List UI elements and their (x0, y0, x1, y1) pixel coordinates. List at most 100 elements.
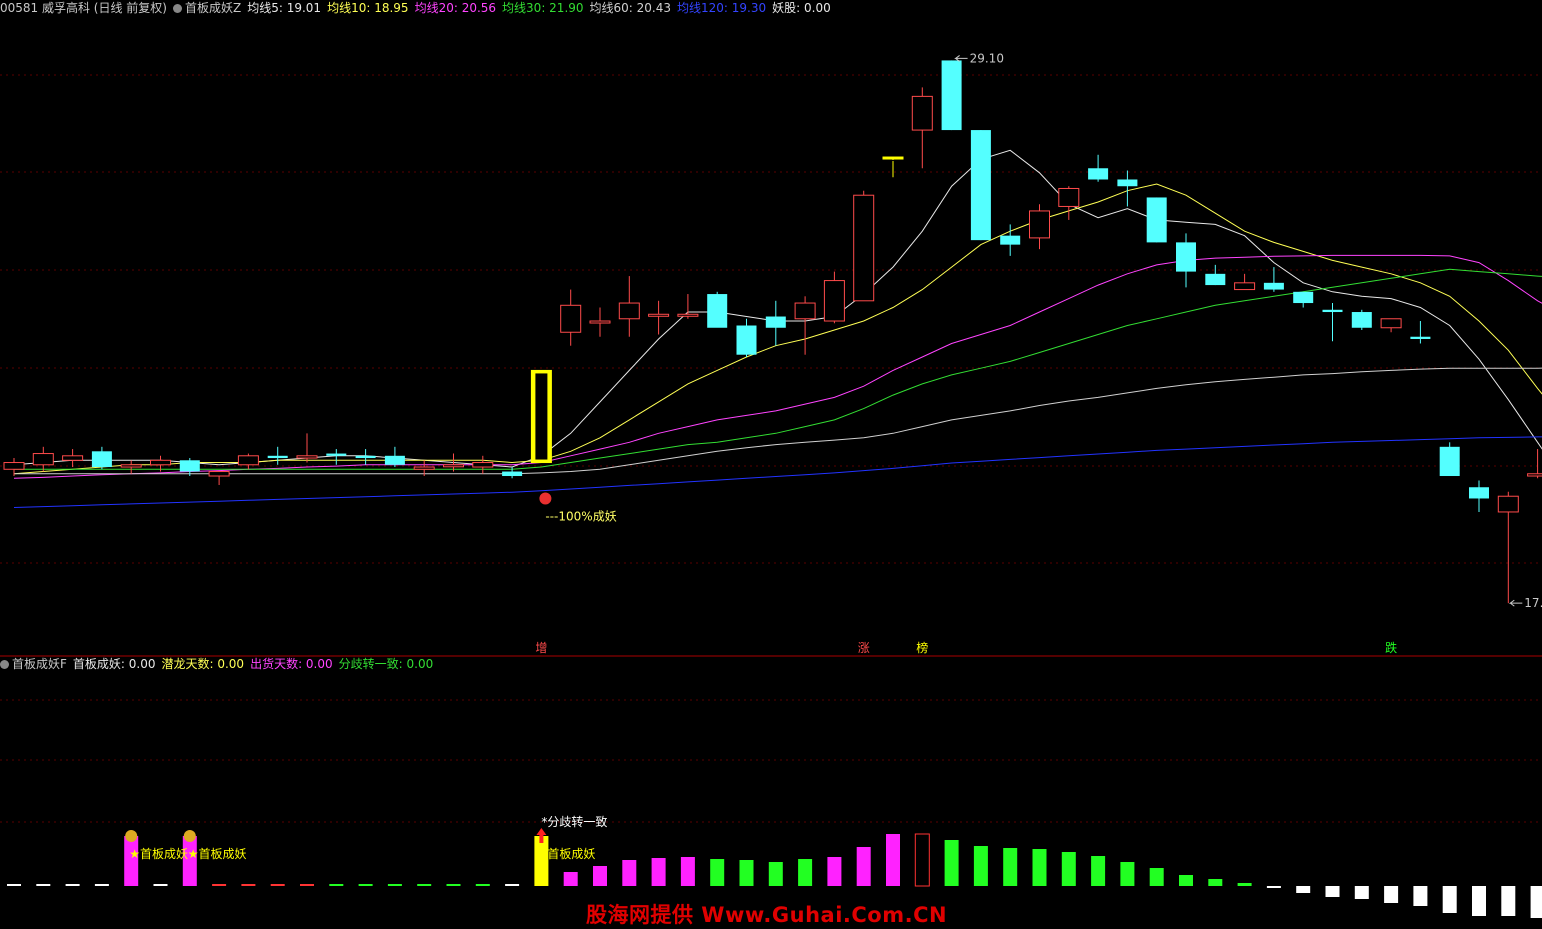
indicator-bar (739, 860, 754, 886)
ma120-value: 均线120: 19.30 (677, 1, 767, 15)
indicator-bar (300, 884, 314, 886)
candle-body (267, 455, 288, 459)
indicator-bar (886, 834, 900, 886)
indicator-bar (1384, 886, 1399, 903)
candle-body (1351, 312, 1372, 328)
candle-body (1439, 446, 1460, 477)
chart-canvas: 29.10 17.02 ---100%成妖增 涨 榜 跌 ★首板成妖★首板成妖 首板成妖 *分… (0, 51, 1542, 918)
indicator-bar (153, 884, 168, 886)
candle-body (1117, 179, 1138, 187)
ma5-value: 均线5: 19.01 (247, 1, 322, 15)
candle-body (1029, 210, 1050, 239)
main-header: 00581 威孚高科 (日线 前复权) 首板成妖Z 均线5: 19.01 均线10: … (0, 0, 837, 16)
settings-icon[interactable] (0, 660, 9, 669)
indicator-bar (1208, 879, 1223, 886)
candle-body (677, 313, 699, 317)
candle-body (502, 471, 523, 477)
signal-icon (539, 492, 552, 505)
indicator-bar (827, 857, 842, 886)
fenqi-value: 分歧转一致: 0.00 (338, 657, 434, 671)
money-bag-icon (183, 830, 196, 842)
qianlong-value: 潜龙天数: 0.00 (161, 657, 245, 671)
day-marker: 跌 (1385, 640, 1397, 655)
ma120-line (13, 436, 1542, 508)
day-marker: 增 (535, 641, 547, 655)
candle-body (970, 130, 991, 241)
candle-body (1205, 273, 1226, 286)
candle-body (326, 453, 347, 456)
indicator-bar (1354, 886, 1369, 899)
candle-body (1000, 235, 1021, 245)
indicator-bar (563, 872, 578, 886)
ma10-line (13, 183, 1542, 475)
indicator-bar (417, 884, 432, 886)
candle-body (1146, 197, 1167, 243)
indicator-bar (1149, 868, 1164, 886)
candle-body (120, 464, 142, 468)
indicator-bar (358, 884, 373, 886)
candle-body (1176, 242, 1196, 272)
indicator-bar (1442, 886, 1457, 913)
candle-body-inner (887, 160, 899, 162)
candle-body (91, 451, 112, 468)
indicator-bar (387, 884, 402, 886)
candle-body (794, 302, 816, 320)
candle-body (648, 313, 670, 317)
sbcy-value: 首板成妖: 0.00 (72, 657, 156, 671)
candle-body (443, 464, 464, 468)
candle-body (560, 304, 582, 333)
hundred-label: ---100%成妖 (545, 509, 616, 523)
indicator-bar (1061, 852, 1076, 886)
candle-body (853, 194, 875, 302)
indicator-bar (1120, 862, 1135, 886)
indicator-name[interactable]: 首板成妖Z (172, 1, 241, 15)
candle-body (413, 466, 435, 470)
indicator-bar (680, 857, 695, 886)
indicator-bar (124, 836, 139, 886)
indicator-bar (7, 884, 21, 886)
indicator-bar (651, 858, 666, 886)
candle-body (296, 455, 318, 459)
day-marker: 涨 (858, 640, 870, 655)
candle-body (355, 455, 376, 459)
candle-body (179, 460, 200, 472)
candle-body (1322, 309, 1343, 313)
ma10-value: 均线10: 18.95 (327, 1, 409, 15)
ma60-value: 均线60: 20.43 (589, 1, 672, 15)
ma30-value: 均线30: 21.90 (502, 1, 584, 15)
watermark: 股海网提供 Www.Guhai.Com.CN (586, 903, 948, 927)
candle-body (911, 95, 933, 131)
indicator-bar (182, 836, 197, 886)
indicator-bar (1501, 886, 1516, 916)
indicator-bar (270, 884, 285, 886)
indicator-bar (1472, 886, 1486, 916)
candle-body (1380, 318, 1402, 329)
candle-body (150, 459, 171, 466)
candle-body (1497, 495, 1519, 513)
settings-icon[interactable] (172, 4, 182, 13)
indicator-bar (1032, 849, 1047, 886)
candle-body (823, 280, 845, 322)
indicator-bar (94, 884, 109, 886)
indicator-bar (65, 884, 80, 886)
indicator-bar (1413, 886, 1428, 906)
indicator-bar (973, 846, 988, 886)
stock-title: 00581 威孚高科 (日线 前复权) (0, 1, 167, 15)
candle-body (1410, 336, 1431, 339)
low-label: 17.02 (1524, 596, 1542, 610)
candle-body (3, 462, 25, 470)
sub-indicator-name[interactable]: 首板成妖F (0, 657, 67, 671)
candle-body (1234, 282, 1256, 291)
candle-body (472, 462, 494, 468)
indicator-bar (593, 866, 607, 886)
indicator-bar (1237, 883, 1252, 886)
money-bag-icon (125, 830, 138, 842)
candle-body (618, 302, 640, 320)
low-arrow (1508, 599, 1523, 607)
candle-body (1263, 282, 1284, 290)
indicator-bar (622, 860, 637, 886)
indicator-bar (798, 859, 813, 886)
indicator-bar (241, 884, 256, 886)
yaogu-value: 妖股: 0.00 (772, 1, 831, 15)
indicator-label: 首板成妖 (547, 847, 595, 861)
